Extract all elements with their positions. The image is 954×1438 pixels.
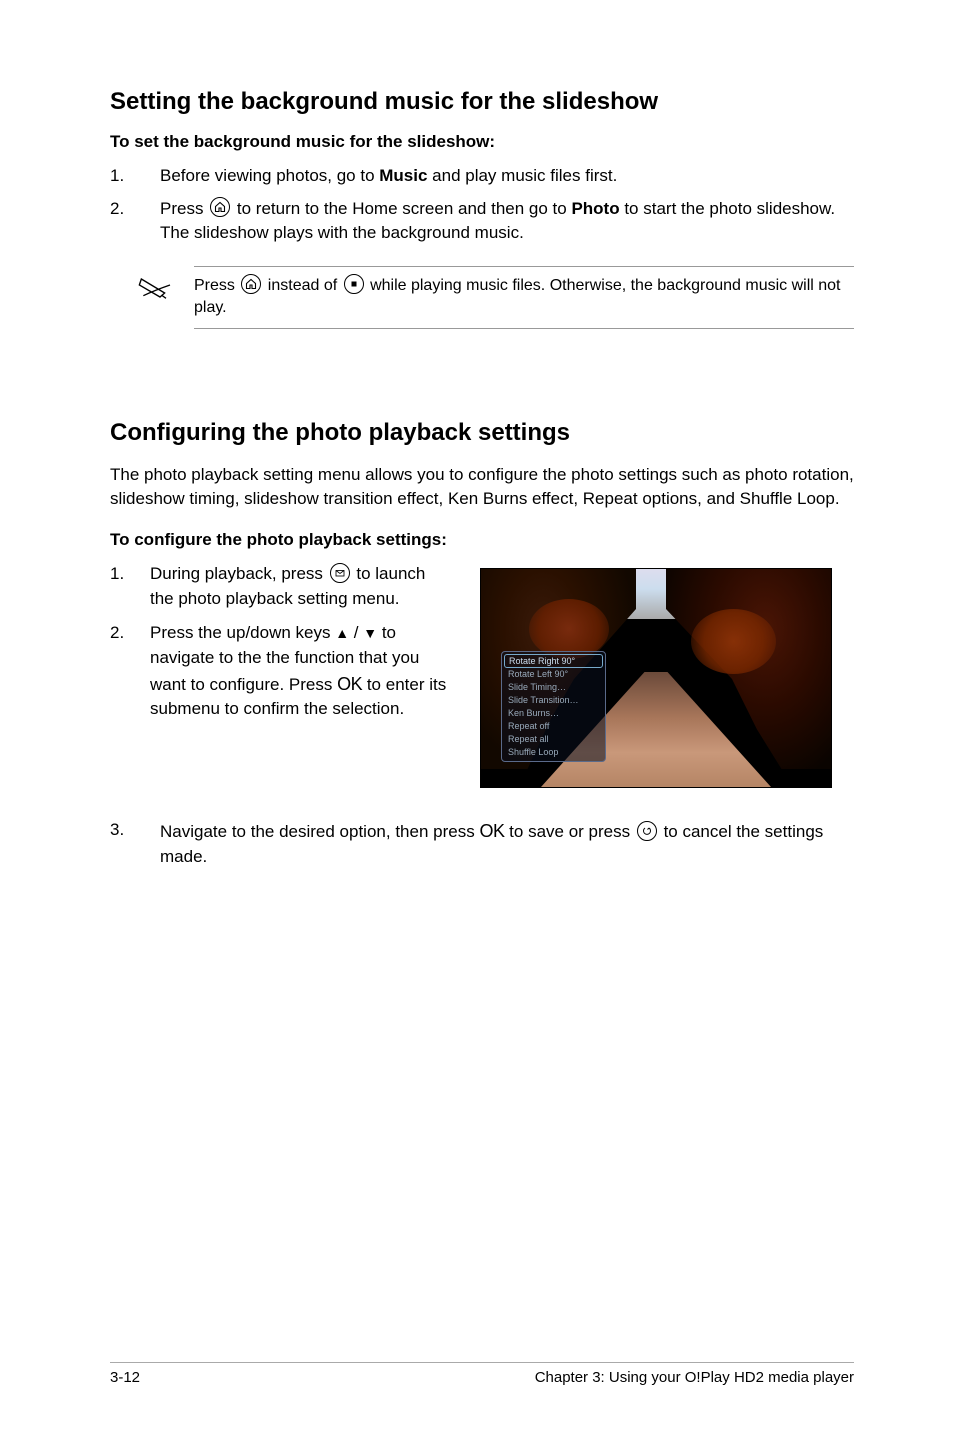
section-background-music: Setting the background music for the sli…	[110, 88, 854, 329]
text-fragment: Press	[194, 277, 239, 294]
step-1: 1. Before viewing photos, go to Music an…	[110, 164, 854, 189]
two-column-layout: 1. During playback, press to launch the …	[110, 562, 854, 788]
step-number: 1.	[110, 562, 150, 611]
menu-item-repeat-all: Repeat all	[502, 733, 605, 746]
stop-icon	[344, 274, 364, 294]
steps-photo-playback: 1. During playback, press to launch the …	[110, 562, 450, 722]
menu-item-rotate-right: Rotate Right 90°	[504, 654, 603, 668]
playback-menu-screenshot: Rotate Right 90° Rotate Left 90° Slide T…	[480, 568, 832, 788]
step-number: 2.	[110, 197, 160, 246]
step-2: 2. Press the up/down keys ▲ / ▼ to navig…	[110, 621, 450, 722]
ok-button-label: OK	[479, 818, 504, 844]
step-2: 2. Press to return to the Home screen an…	[110, 197, 854, 246]
text-fragment: Navigate to the desired option, then pre…	[160, 822, 479, 841]
step-number: 2.	[110, 621, 150, 722]
step-3: 3. Navigate to the desired option, then …	[110, 818, 854, 869]
screenshot-column: Rotate Right 90° Rotate Left 90° Slide T…	[480, 562, 832, 788]
down-arrow-icon: ▼	[363, 623, 377, 643]
intro-paragraph: The photo playback setting menu allows y…	[110, 463, 854, 512]
step-text: Before viewing photos, go to Music and p…	[160, 164, 854, 189]
page-number: 3-12	[110, 1369, 140, 1386]
steps-bg-music: 1. Before viewing photos, go to Music an…	[110, 164, 854, 246]
step-number: 1.	[110, 164, 160, 189]
text-fragment: to return to the Home screen and then go…	[232, 199, 571, 218]
screenshot-foliage	[529, 599, 609, 659]
text-fragment: to save or press	[504, 822, 634, 841]
back-icon	[637, 821, 657, 841]
step-3-list: 3. Navigate to the desired option, then …	[110, 818, 854, 869]
note-block: Press instead of while playing music fil…	[138, 266, 854, 329]
step-text: Press the up/down keys ▲ / ▼ to navigate…	[150, 621, 450, 722]
ok-button-label: OK	[337, 671, 362, 697]
text-fragment: and play music files first.	[427, 166, 617, 185]
text-fragment: Press	[160, 199, 208, 218]
step-number: 3.	[110, 818, 160, 869]
text-fragment: During playback, press	[150, 564, 328, 583]
menu-item-shuffle-loop: Shuffle Loop	[502, 746, 605, 759]
steps-column: 1. During playback, press to launch the …	[110, 562, 450, 788]
text-fragment: /	[349, 623, 363, 642]
subheading-bg-music: To set the background music for the slid…	[110, 132, 854, 152]
text-fragment: Press the up/down keys	[150, 623, 335, 642]
playback-settings-menu: Rotate Right 90° Rotate Left 90° Slide T…	[501, 651, 606, 762]
screenshot-foliage	[691, 609, 776, 674]
step-text: Press to return to the Home screen and t…	[160, 197, 854, 246]
text-fragment: Before viewing photos, go to	[160, 166, 379, 185]
step-text: During playback, press to launch the pho…	[150, 562, 450, 611]
up-arrow-icon: ▲	[335, 623, 349, 643]
home-icon	[241, 274, 261, 294]
section-photo-playback: Configuring the photo playback settings …	[110, 419, 854, 870]
note-text: Press instead of while playing music fil…	[194, 266, 854, 329]
menu-item-slide-transition: Slide Transition…	[502, 694, 605, 707]
step-text: Navigate to the desired option, then pre…	[160, 818, 854, 869]
subheading-photo-playback: To configure the photo playback settings…	[110, 530, 854, 550]
text-fragment: instead of	[263, 277, 341, 294]
menu-item-slide-timing: Slide Timing…	[502, 681, 605, 694]
home-icon	[210, 197, 230, 217]
bold-music: Music	[379, 166, 427, 185]
menu-item-repeat-off: Repeat off	[502, 720, 605, 733]
menu-item-ken-burns: Ken Burns…	[502, 707, 605, 720]
heading-photo-playback: Configuring the photo playback settings	[110, 419, 854, 447]
page-footer: 3-12 Chapter 3: Using your O!Play HD2 me…	[110, 1362, 854, 1386]
step-1: 1. During playback, press to launch the …	[110, 562, 450, 611]
heading-bg-music: Setting the background music for the sli…	[110, 88, 854, 116]
option-icon	[330, 563, 350, 583]
menu-item-rotate-left: Rotate Left 90°	[502, 668, 605, 681]
pencil-note-icon	[138, 266, 194, 329]
bold-photo: Photo	[571, 199, 619, 218]
chapter-title: Chapter 3: Using your O!Play HD2 media p…	[535, 1369, 854, 1386]
